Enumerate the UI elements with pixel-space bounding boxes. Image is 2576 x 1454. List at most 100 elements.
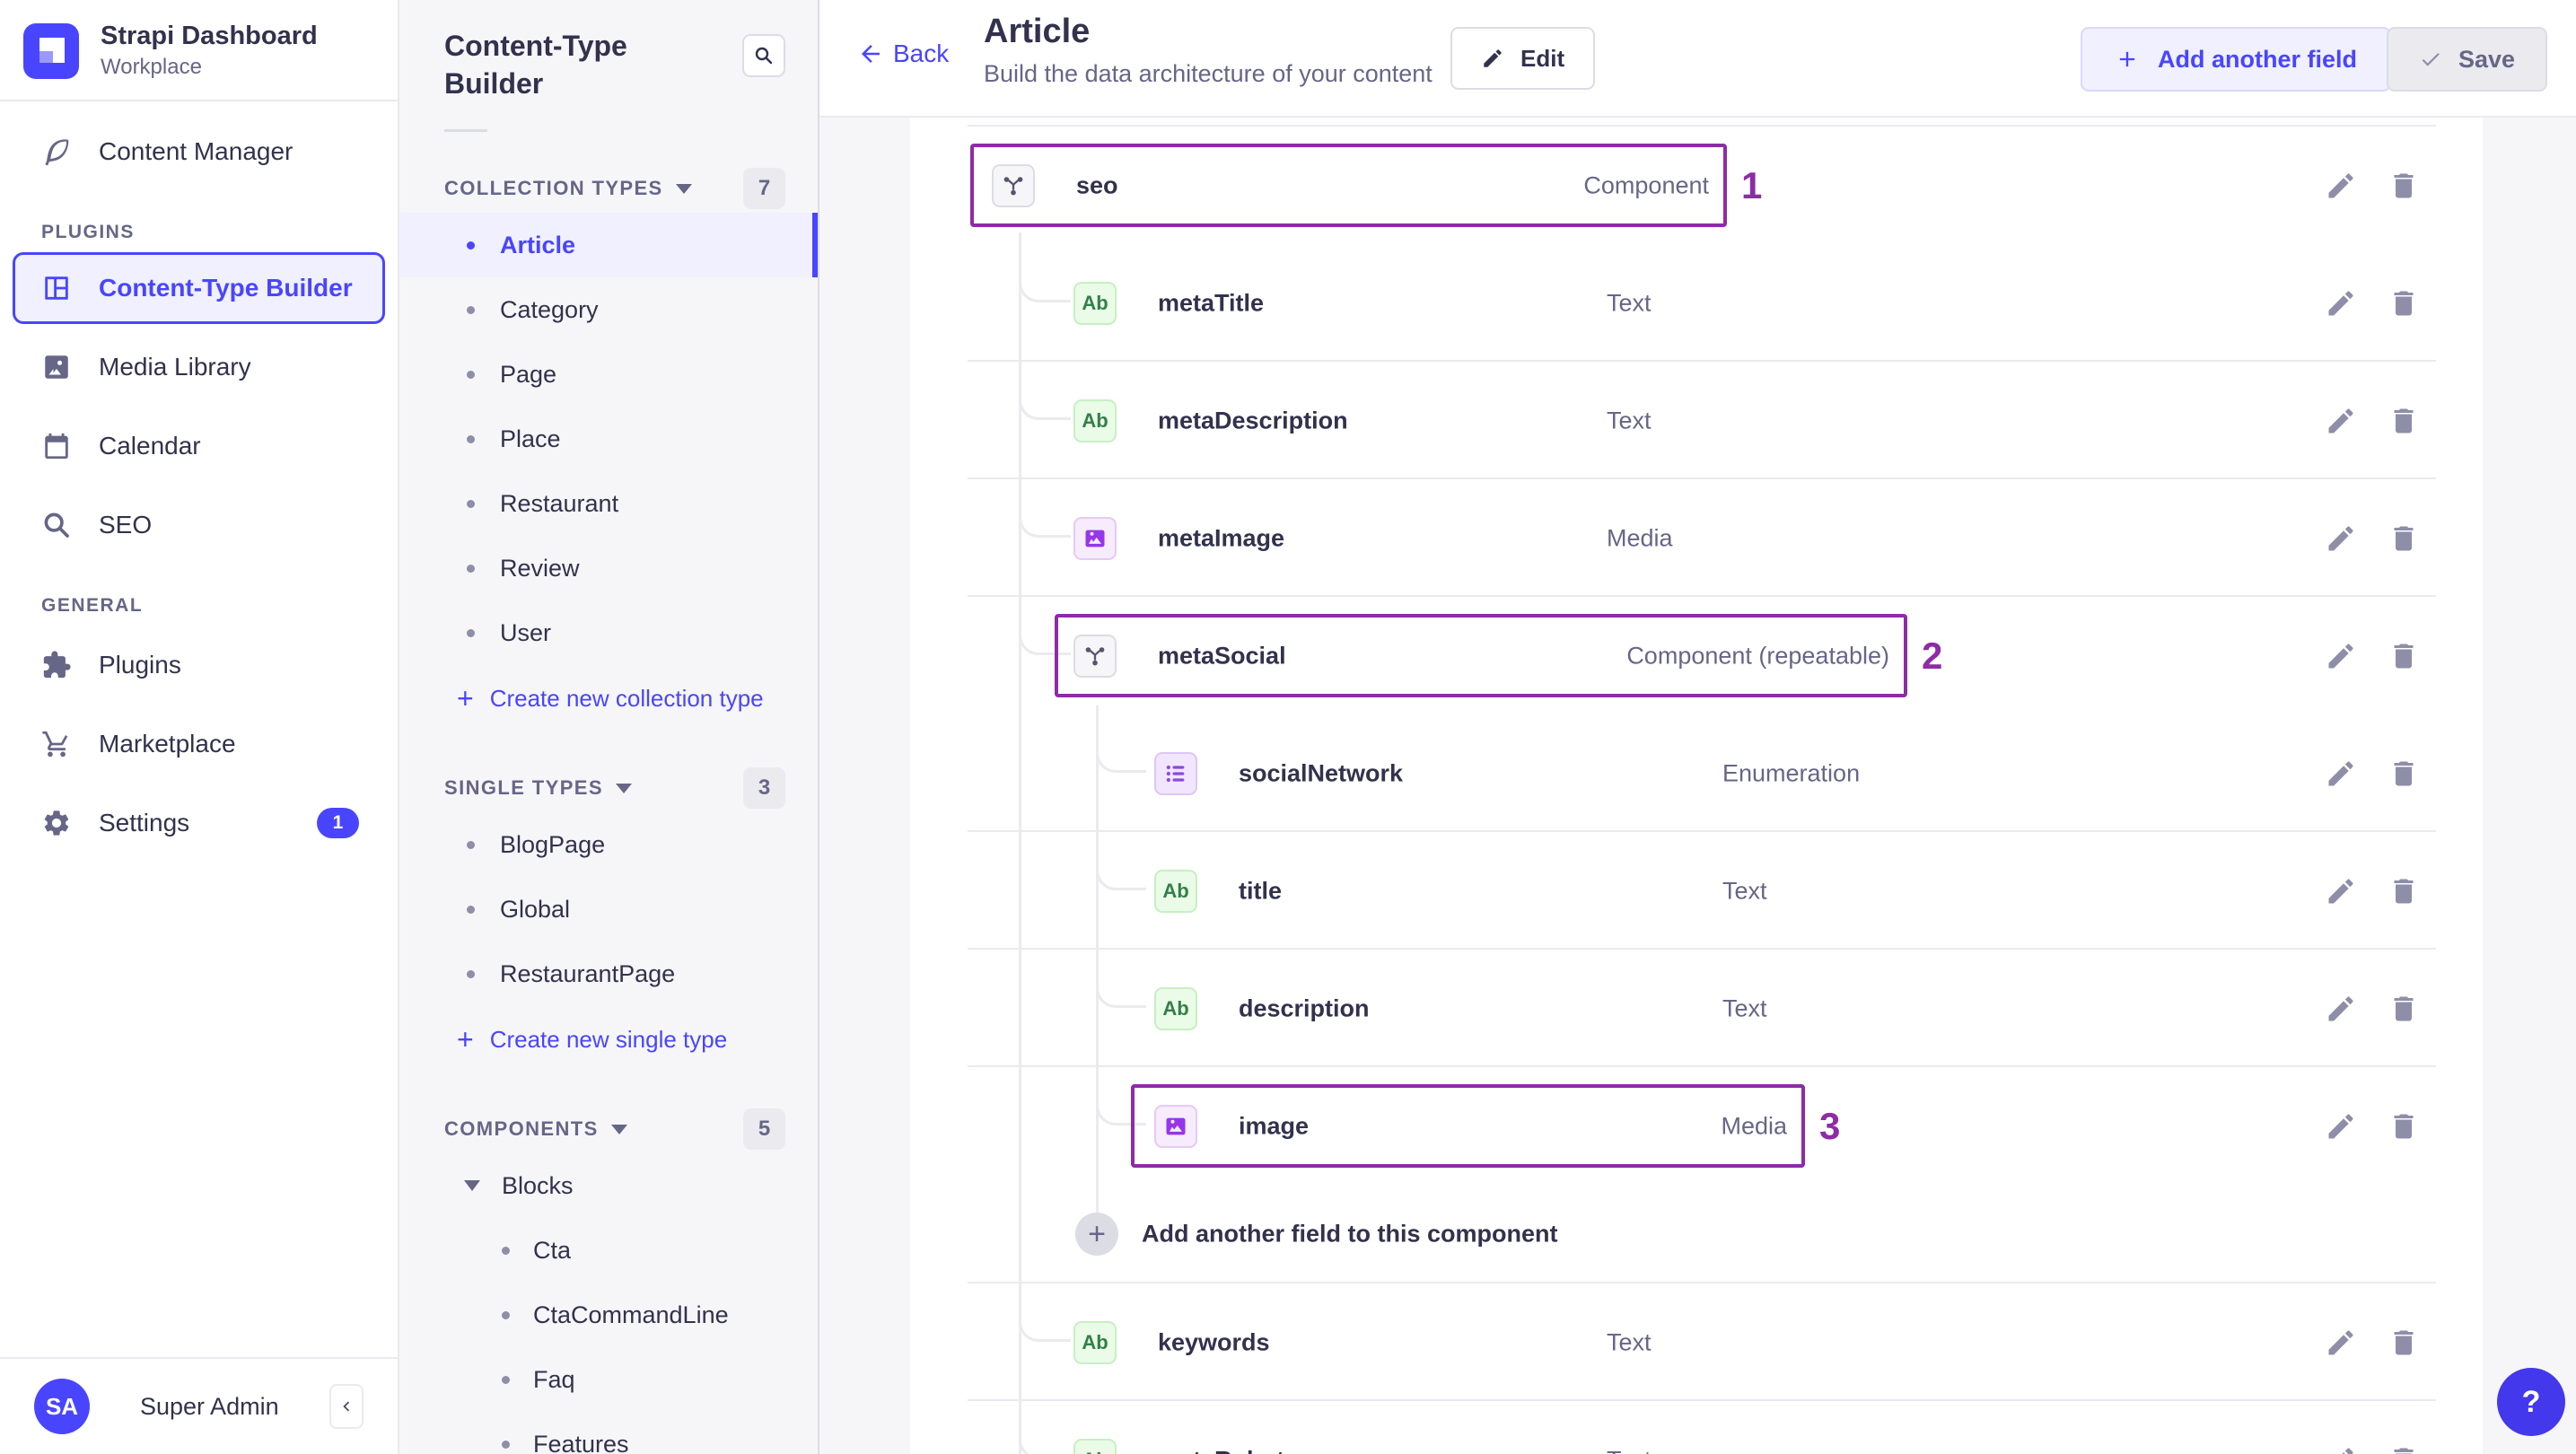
sidebar-item-place[interactable]: Place	[399, 407, 818, 471]
nav-items: Content Manager PLUGINS Content-Type Bui…	[0, 101, 398, 863]
content-type-builder-panel: Content-Type Builder COLLECTION TYPES 7 …	[399, 0, 819, 1454]
field-row-metadescription: Ab metaDescription Text	[910, 362, 2483, 479]
user-footer: SA Super Admin	[0, 1357, 398, 1454]
create-single-type-link[interactable]: + Create new single type	[399, 1006, 818, 1073]
text-field-icon: Ab	[1154, 986, 1197, 1030]
field-name: metaRobots	[1158, 1446, 1298, 1454]
nav-item-label: Media Library	[99, 353, 251, 381]
main-sidebar: Strapi Dashboard Workplace Content Manag…	[0, 0, 399, 1454]
save-button[interactable]: Save	[2386, 27, 2547, 92]
plus-icon	[2119, 51, 2135, 67]
sidebar-item-cta[interactable]: Cta	[399, 1218, 818, 1283]
field-type: Media	[1607, 524, 1673, 551]
field-name: metaImage	[1158, 524, 1285, 551]
nav-item-settings[interactable]: Settings 1	[0, 784, 398, 863]
nav-item-plugins[interactable]: Plugins	[0, 626, 398, 705]
delete-field-button[interactable]	[2388, 875, 2420, 907]
sidebar-item-ctacommandline[interactable]: CtaCommandLine	[399, 1283, 818, 1347]
edit-field-button[interactable]	[2325, 405, 2357, 437]
field-row-title: Ab title Text	[910, 832, 2483, 950]
delete-field-button[interactable]	[2388, 1444, 2420, 1454]
app-title: Strapi Dashboard	[101, 22, 318, 50]
field-name: socialNetwork	[1239, 759, 1404, 786]
nav-item-marketplace[interactable]: Marketplace	[0, 705, 398, 784]
nav-item-label: Plugins	[99, 651, 181, 679]
sidebar-item-category[interactable]: Category	[399, 277, 818, 342]
fields-area: 1 seo Component Ab metaTitle Text Ab met…	[819, 118, 2576, 1454]
sidebar-item-features[interactable]: Features	[399, 1412, 818, 1454]
single-types-header[interactable]: SINGLE TYPES 3	[444, 767, 785, 809]
nav-item-content-type-builder[interactable]: Content-Type Builder	[13, 252, 385, 324]
fields-card: 1 seo Component Ab metaTitle Text Ab met…	[910, 118, 2483, 1454]
edit-field-button[interactable]	[2325, 1110, 2357, 1143]
sidebar-item-blogpage[interactable]: BlogPage	[399, 812, 818, 877]
sidebar-item-global[interactable]: Global	[399, 877, 818, 942]
magnifier-icon	[41, 510, 72, 540]
sidebar-item-review[interactable]: Review	[399, 536, 818, 600]
bullet-icon	[467, 434, 475, 443]
sidebar-item-article[interactable]: Article	[399, 213, 818, 277]
sidebar-item-restaurantpage[interactable]: RestaurantPage	[399, 942, 818, 1006]
bullet-icon	[502, 1440, 510, 1449]
create-collection-type-link[interactable]: + Create new collection type	[399, 665, 818, 731]
edit-field-button[interactable]	[2325, 1444, 2357, 1454]
nav-item-label: Calendar	[99, 432, 201, 460]
page-title: Article	[984, 13, 1091, 50]
collapse-sidebar-button[interactable]	[329, 1384, 364, 1429]
field-name: keywords	[1158, 1328, 1270, 1355]
delete-field-button[interactable]	[2388, 287, 2420, 320]
bullet-icon	[467, 628, 475, 637]
app-window: Strapi Dashboard Workplace Content Manag…	[0, 0, 2576, 1454]
edit-button[interactable]: Edit	[1450, 27, 1596, 90]
search-button[interactable]	[742, 34, 785, 77]
nav-item-content-manager[interactable]: Content Manager	[0, 112, 398, 191]
plus-circle-button[interactable]: +	[1075, 1213, 1118, 1256]
nav-item-calendar[interactable]: Calendar	[0, 407, 398, 486]
avatar[interactable]: SA	[34, 1379, 90, 1434]
edit-field-button[interactable]	[2325, 287, 2357, 320]
edit-field-button[interactable]	[2325, 170, 2357, 202]
help-button[interactable]: ?	[2497, 1368, 2565, 1436]
add-field-to-component-label[interactable]: Add another field to this component	[1142, 1221, 1557, 1248]
delete-field-button[interactable]	[2388, 1327, 2420, 1359]
delete-field-button[interactable]	[2388, 640, 2420, 672]
delete-field-button[interactable]	[2388, 1110, 2420, 1143]
bullet-icon	[502, 1310, 510, 1319]
nav-item-label: Settings	[99, 809, 190, 836]
component-category-blocks[interactable]: Blocks	[399, 1153, 818, 1218]
shopping-cart-icon	[41, 729, 72, 759]
back-button[interactable]: Back	[857, 39, 949, 68]
enumeration-field-icon	[1154, 751, 1197, 795]
divider	[444, 129, 487, 132]
edit-field-button[interactable]	[2325, 993, 2357, 1025]
edit-field-button[interactable]	[2325, 640, 2357, 672]
nav-item-media-library[interactable]: Media Library	[0, 328, 398, 407]
delete-field-button[interactable]	[2388, 405, 2420, 437]
add-field-to-component-row: + Add another field to this component	[910, 1185, 2483, 1283]
nav-item-seo[interactable]: SEO	[0, 486, 398, 565]
delete-field-button[interactable]	[2388, 758, 2420, 790]
add-another-field-button[interactable]: Add another field	[2081, 27, 2391, 92]
field-row-keywords: Ab keywords Text	[910, 1283, 2483, 1401]
field-type: Text	[1607, 289, 1652, 316]
edit-field-button[interactable]	[2325, 1327, 2357, 1359]
edit-field-button[interactable]	[2325, 875, 2357, 907]
field-name: metaDescription	[1158, 407, 1348, 434]
puzzle-icon	[41, 650, 72, 680]
delete-field-button[interactable]	[2388, 170, 2420, 202]
edit-field-button[interactable]	[2325, 522, 2357, 555]
sidebar-item-restaurant[interactable]: Restaurant	[399, 471, 818, 536]
annotation-number: 2	[1922, 634, 1943, 677]
sidebar-item-page[interactable]: Page	[399, 342, 818, 407]
nav-item-label: Marketplace	[99, 730, 236, 758]
edit-field-button[interactable]	[2325, 758, 2357, 790]
sidebar-item-user[interactable]: User	[399, 600, 818, 665]
collection-types-header[interactable]: COLLECTION TYPES 7	[444, 168, 785, 209]
settings-notification-badge: 1	[317, 808, 359, 838]
sidebar-item-faq[interactable]: Faq	[399, 1347, 818, 1412]
components-header[interactable]: COMPONENTS 5	[444, 1108, 785, 1150]
field-name: title	[1239, 877, 1283, 904]
delete-field-button[interactable]	[2388, 993, 2420, 1025]
delete-field-button[interactable]	[2388, 522, 2420, 555]
chevron-down-icon	[610, 1124, 627, 1134]
